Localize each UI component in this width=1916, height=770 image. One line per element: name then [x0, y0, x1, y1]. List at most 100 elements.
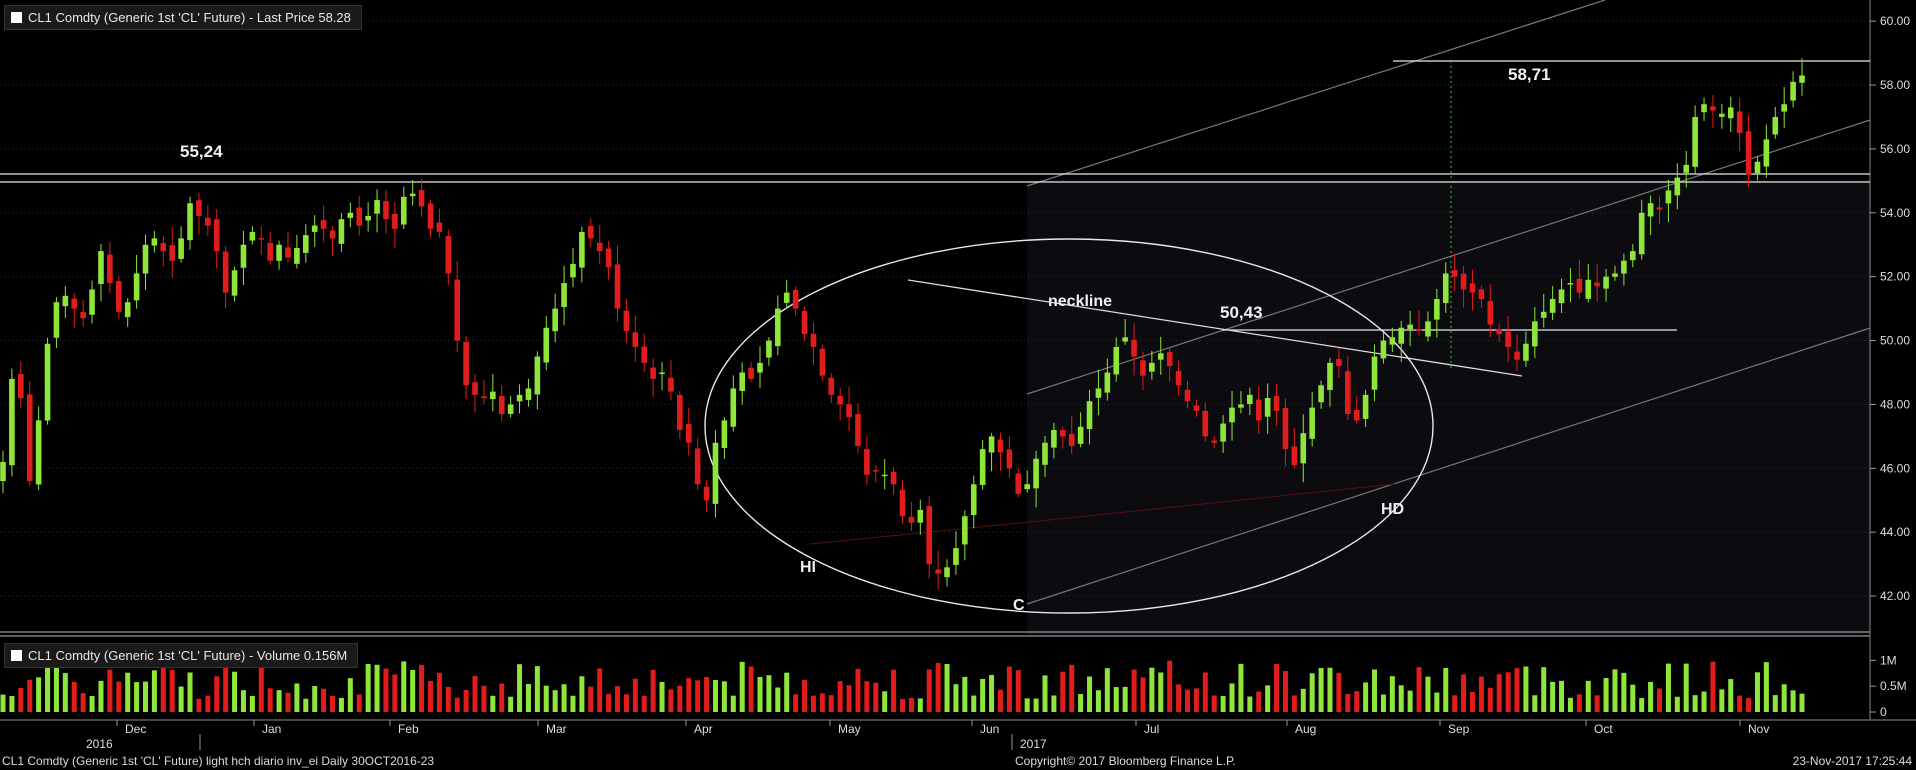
volume-bar — [1300, 688, 1306, 712]
volume-bar — [1140, 677, 1146, 712]
candle-body — [775, 308, 781, 347]
month-label: Apr — [694, 722, 713, 736]
candle-body — [828, 377, 835, 395]
volume-bar — [543, 685, 549, 712]
month-label: Jan — [262, 722, 281, 736]
candle-body — [445, 236, 452, 274]
volume-bar — [205, 695, 211, 712]
volume-bar — [579, 676, 585, 712]
volume-bar — [597, 668, 603, 712]
volume-bar — [855, 668, 861, 712]
volume-bar — [445, 686, 451, 712]
candle-body — [1496, 328, 1502, 335]
volume-bar — [481, 685, 487, 712]
candle-body — [1629, 251, 1636, 261]
candle-body — [1425, 321, 1431, 337]
candle-body — [1015, 473, 1022, 494]
volume-tick-label: 0 — [1880, 705, 1887, 719]
candle-body — [1434, 299, 1440, 320]
candle-body — [1594, 282, 1600, 287]
volume-bar — [1505, 672, 1511, 712]
candle-body — [1540, 311, 1547, 318]
volume-bar — [712, 680, 718, 712]
candle-body — [908, 516, 915, 523]
y-tick-label: 46.00 — [1880, 461, 1910, 475]
candle-body — [935, 569, 941, 574]
candle-body — [1674, 177, 1681, 196]
candle-body — [997, 439, 1004, 453]
series-swatch-icon — [11, 12, 22, 23]
candle-body — [1282, 407, 1289, 450]
volume-bar — [392, 674, 398, 712]
volume-bar — [1746, 698, 1752, 712]
volume-bar — [793, 694, 799, 712]
volume-bar — [0, 694, 6, 712]
footer-copyright: Copyright© 2017 Bloomberg Finance L.P. — [1015, 754, 1236, 768]
volume-bar — [623, 694, 629, 712]
volume-bar — [178, 686, 184, 712]
candle-body — [1309, 407, 1315, 439]
candle-body — [1407, 324, 1413, 330]
candle-body — [231, 270, 238, 296]
volume-bar — [802, 679, 808, 712]
volume-bar — [659, 681, 665, 712]
candle-body — [1469, 283, 1476, 293]
volume-bar — [828, 695, 834, 712]
volume-bar — [9, 696, 15, 712]
volume-bar — [908, 697, 914, 712]
volume-bar — [819, 693, 825, 712]
volume-bar — [980, 678, 986, 712]
candle-body — [481, 396, 487, 399]
candle-body — [463, 341, 469, 386]
candle-body — [855, 414, 861, 446]
candle-body — [18, 374, 24, 399]
volume-bar — [570, 695, 576, 712]
candle-body — [979, 449, 986, 485]
year-label: 2017 — [1020, 737, 1047, 751]
candle-body — [98, 251, 104, 285]
volume-bar — [1612, 669, 1618, 712]
candle-body — [1781, 104, 1787, 112]
candle-body — [26, 394, 33, 482]
candle-body — [294, 247, 300, 264]
label-c: C — [1013, 597, 1025, 614]
volume-bar — [53, 662, 59, 712]
candle-body — [1247, 394, 1253, 405]
volume-bar — [1327, 667, 1333, 712]
candle-body — [970, 484, 977, 516]
volume-bar — [1265, 685, 1271, 712]
candle-body — [1024, 484, 1030, 490]
candle-body — [534, 356, 541, 395]
candle-body — [498, 395, 505, 415]
candle-body — [1291, 446, 1298, 466]
candle-body — [53, 302, 60, 338]
volume-bar — [1167, 660, 1173, 712]
volume-bar — [615, 686, 621, 712]
volume-bar — [926, 669, 932, 712]
volume-bar — [1496, 674, 1502, 712]
candle-body — [1754, 161, 1761, 174]
volume-bar — [18, 688, 24, 712]
volume-bar — [267, 688, 273, 712]
volume-bar — [1763, 662, 1769, 712]
volume-bar — [71, 681, 77, 712]
volume-tick-label: 1M — [1880, 653, 1897, 667]
volume-bar — [837, 681, 843, 712]
volume-bar — [356, 694, 362, 712]
volume-bar — [401, 661, 407, 712]
footer-left: CL1 Comdty (Generic 1st 'CL' Future) lig… — [2, 754, 435, 768]
volume-bar — [151, 670, 157, 712]
candle-body — [1719, 113, 1725, 117]
candle-body — [196, 200, 202, 216]
month-label: Dec — [125, 722, 146, 736]
candle-body — [766, 340, 772, 358]
candle-body — [1273, 396, 1280, 411]
volume-bar — [534, 666, 540, 712]
volume-bar — [1291, 695, 1297, 712]
candle-body — [1122, 337, 1128, 342]
candle-body — [1095, 388, 1102, 398]
volume-bar — [989, 674, 995, 712]
volume-bar — [1461, 674, 1467, 712]
volume-bar — [1220, 696, 1226, 712]
candle-body — [249, 231, 256, 241]
